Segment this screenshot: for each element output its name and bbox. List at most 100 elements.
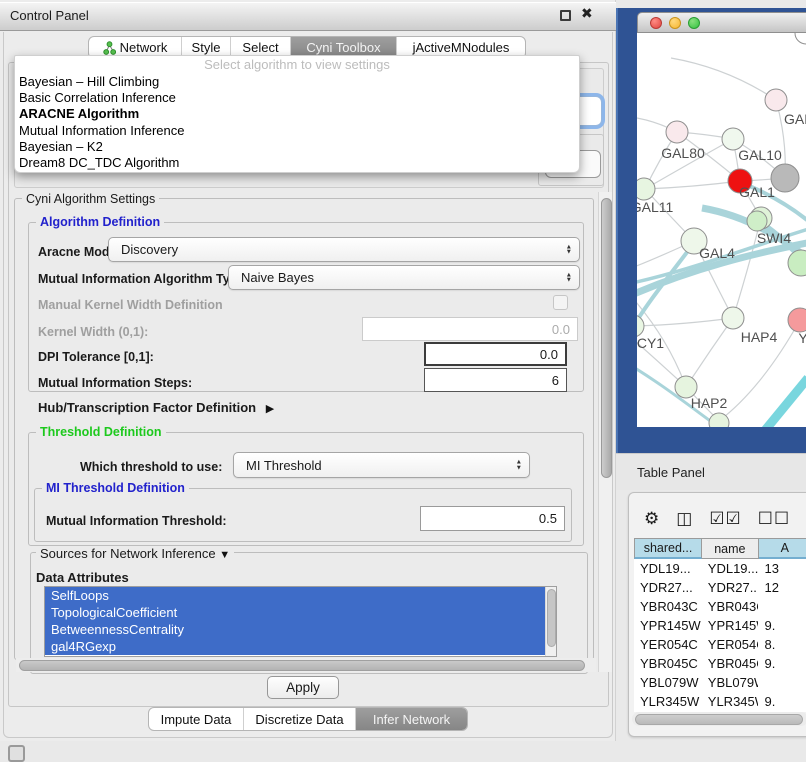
- scrollbar-thumb[interactable]: [19, 660, 585, 671]
- scrollbar-thumb[interactable]: [547, 589, 556, 647]
- node-label-gal1: GAL1: [739, 184, 775, 200]
- mi-threshold-field[interactable]: 0.5: [420, 506, 565, 531]
- mi-steps-field[interactable]: 6: [424, 368, 567, 392]
- table-row[interactable]: YBR045CYBR045C9.: [634, 654, 806, 673]
- node-label-swi4: SWI4: [757, 230, 791, 246]
- table-cell: YPR145W: [702, 616, 759, 635]
- network-edge[interactable]: [686, 318, 733, 387]
- attribute-item-betweennesscentrality[interactable]: BetweennessCentrality: [45, 621, 556, 638]
- aracne-mode-select[interactable]: Discovery ▲▼: [108, 237, 580, 262]
- table-row[interactable]: YBL079WYBL079W: [634, 673, 806, 692]
- deselect-rows-icon[interactable]: ☐☐: [758, 509, 790, 529]
- zoom-button[interactable]: [688, 17, 700, 29]
- node-gray[interactable]: [771, 164, 799, 192]
- node-hap4[interactable]: [722, 307, 744, 329]
- node-gcy1[interactable]: [637, 315, 644, 337]
- hub-definition-toggle[interactable]: Hub/Transcription Factor Definition ▶: [38, 400, 274, 415]
- node-label-gcy1: GCY1: [637, 335, 664, 351]
- node-label-gal10: GAL10: [738, 147, 782, 163]
- manual-kernel-checkbox[interactable]: [553, 295, 568, 310]
- attribute-item-gal4rgexp[interactable]: gal4RGexp: [45, 638, 556, 655]
- table-cell: YDR27...: [702, 578, 759, 597]
- algorithm-option-basic-correlation-inference[interactable]: Basic Correlation Inference: [15, 90, 579, 106]
- algorithm-option-mutual-information-inference[interactable]: Mutual Information Inference: [15, 123, 579, 139]
- node-swi4[interactable]: [747, 211, 767, 231]
- sources-toggle[interactable]: Sources for Network Inference ▼: [36, 546, 234, 561]
- tab-impute-data[interactable]: Impute Data: [149, 708, 243, 730]
- node-label-gal11: GAL11: [637, 199, 673, 215]
- node-gal7[interactable]: [765, 89, 787, 111]
- algorithm-option-aracne-algorithm[interactable]: ARACNE Algorithm: [15, 106, 579, 122]
- network-edge[interactable]: [645, 181, 740, 189]
- algorithm-option-bayesian-k2[interactable]: Bayesian – K2: [15, 139, 579, 155]
- table-cell: YER054C: [702, 635, 759, 654]
- which-threshold-label: Which threshold to use:: [80, 460, 222, 474]
- collapse-arrow-icon: ▼: [219, 549, 230, 561]
- columns-icon[interactable]: ◫: [676, 509, 693, 529]
- settings-vertical-scrollbar[interactable]: [598, 192, 612, 672]
- mi-threshold-label: Mutual Information Threshold:: [46, 514, 227, 528]
- node-label-y: Y: [798, 330, 806, 346]
- table-cell: 13: [758, 559, 806, 578]
- tab-discretize-data[interactable]: Discretize Data: [243, 708, 355, 730]
- table-panel-title: Table Panel: [637, 465, 705, 480]
- node-label-gal80: GAL80: [661, 145, 705, 161]
- column-header-name[interactable]: name: [702, 538, 759, 559]
- network-edge[interactable]: [671, 58, 776, 100]
- node-right-green[interactable]: [788, 250, 806, 276]
- node-gal11[interactable]: [637, 178, 655, 200]
- network-edge[interactable]: [762, 378, 806, 427]
- network-window-titlebar[interactable]: [637, 12, 806, 33]
- which-threshold-select[interactable]: MI Threshold ▲▼: [233, 452, 530, 478]
- gear-icon[interactable]: ⚙: [644, 509, 660, 529]
- table-horizontal-scrollbar[interactable]: [632, 712, 806, 726]
- minimize-button[interactable]: [669, 17, 681, 29]
- manual-kernel-label: Manual Kernel Width Definition: [38, 298, 223, 312]
- table-row[interactable]: YDL19...YDL19...13: [634, 559, 806, 578]
- cyni-algorithm-settings-title: Cyni Algorithm Settings: [22, 192, 159, 206]
- table-cell: YBL079W: [702, 673, 759, 692]
- apply-button[interactable]: Apply: [267, 676, 339, 699]
- algorithm-dropdown-popup: Select algorithm to view settings Bayesi…: [14, 55, 580, 173]
- table-row[interactable]: YPR145WYPR145W9.: [634, 616, 806, 635]
- node-partial-top[interactable]: [795, 33, 806, 44]
- table-row[interactable]: YER054CYER054C8.: [634, 635, 806, 654]
- tab-infer-network[interactable]: Infer Network: [355, 708, 467, 730]
- bottom-tabbar: Impute DataDiscretize Data Infer Network: [148, 707, 468, 731]
- table-cell: YBR045C: [634, 654, 702, 673]
- dpi-tolerance-field[interactable]: 0.0: [424, 342, 567, 366]
- tab-label: Infer Network: [373, 712, 450, 727]
- attribute-item-selfloops[interactable]: SelfLoops: [45, 587, 556, 604]
- node-salmon[interactable]: [788, 308, 806, 332]
- mi-algorithm-type-select[interactable]: Naive Bayes ▲▼: [228, 265, 580, 290]
- column-header-a[interactable]: A: [759, 538, 806, 559]
- table-row[interactable]: YDR27...YDR27...12: [634, 578, 806, 597]
- table-cell: YER054C: [634, 635, 702, 654]
- table-cell: 8.: [758, 635, 806, 654]
- attribute-item-topologicalcoefficient[interactable]: TopologicalCoefficient: [45, 604, 556, 621]
- data-attributes-list[interactable]: SelfLoopsTopologicalCoefficientBetweenne…: [44, 586, 557, 657]
- close-icon[interactable]: ✖: [581, 5, 593, 22]
- select-all-rows-icon[interactable]: ☑☑: [709, 509, 741, 529]
- node-label-hap2: HAP2: [691, 395, 728, 411]
- attributes-scrollbar[interactable]: [545, 587, 556, 656]
- table-cell: YBR045C: [702, 654, 759, 673]
- table-row[interactable]: YBR043CYBR043C: [634, 597, 806, 616]
- panel-dock-icon[interactable]: [8, 745, 25, 762]
- scrollbar-thumb[interactable]: [601, 198, 612, 478]
- spinner-arrows-icon: ▲▼: [516, 460, 522, 471]
- spinner-arrows-icon: ▲▼: [566, 244, 572, 255]
- algorithm-option-bayesian-hill-climbing[interactable]: Bayesian – Hill Climbing: [15, 74, 579, 90]
- kernel-width-field[interactable]: 0.0: [362, 317, 578, 341]
- scrollbar-thumb[interactable]: [635, 714, 803, 725]
- spinner-arrows-icon: ▲▼: [566, 272, 572, 283]
- settings-horizontal-scrollbar[interactable]: [16, 658, 596, 672]
- node-pink-left[interactable]: [666, 121, 688, 143]
- close-button[interactable]: [650, 17, 662, 29]
- algorithm-dropdown-list: Bayesian – Hill ClimbingBasic Correlatio…: [15, 74, 579, 171]
- column-header-shared[interactable]: shared...: [634, 538, 702, 559]
- float-window-icon[interactable]: [560, 10, 571, 21]
- table-row[interactable]: YLR345WYLR345W9.: [634, 692, 806, 711]
- network-canvas[interactable]: GALGAL80GAL10GAL1GAL11GAL4SWI4GCY1HAP4YH…: [637, 33, 806, 427]
- algorithm-option-dream8-dc-tdc-algorithm[interactable]: Dream8 DC_TDC Algorithm: [15, 155, 579, 171]
